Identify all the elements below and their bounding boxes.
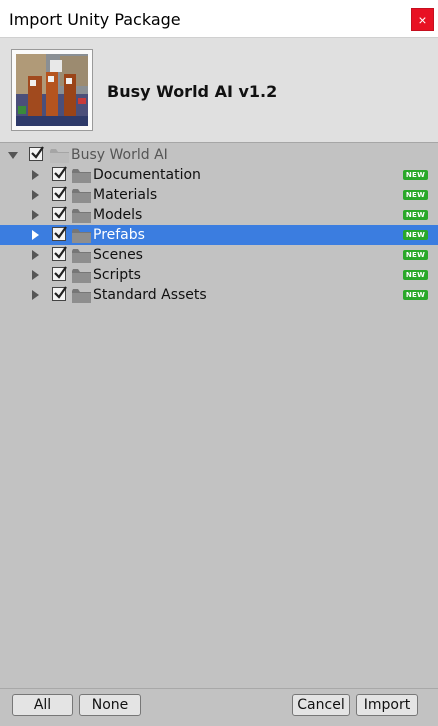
cancel-button[interactable]: Cancel — [292, 694, 350, 716]
item-checkbox[interactable] — [52, 206, 67, 221]
tree-row[interactable]: Standard Assets NEW — [0, 285, 438, 305]
item-checkbox[interactable] — [52, 186, 67, 201]
item-checkbox[interactable] — [52, 266, 67, 281]
expand-arrow-icon[interactable] — [8, 152, 18, 159]
expand-arrow-icon[interactable] — [32, 170, 39, 180]
tree-item-label: Standard Assets — [93, 287, 207, 303]
select-none-button[interactable]: None — [79, 694, 141, 716]
tree-row[interactable]: Scenes NEW — [0, 245, 438, 265]
checkmark-icon — [54, 186, 67, 199]
package-title: Busy World AI v1.2 — [107, 82, 278, 101]
new-badge: NEW — [403, 210, 428, 220]
tree-item-label: Materials — [93, 187, 158, 203]
expand-arrow-icon[interactable] — [32, 270, 39, 280]
tree-row[interactable]: Models NEW — [0, 205, 438, 225]
checkmark-icon — [54, 286, 67, 299]
new-badge: NEW — [403, 290, 428, 300]
tree-row[interactable]: Prefabs NEW — [0, 225, 438, 245]
new-badge: NEW — [403, 170, 428, 180]
expand-arrow-icon[interactable] — [32, 230, 39, 240]
import-button[interactable]: Import — [356, 694, 418, 716]
item-checkbox[interactable] — [52, 246, 67, 261]
expand-arrow-icon[interactable] — [32, 210, 39, 220]
window-title: Import Unity Package — [9, 10, 181, 29]
new-badge: NEW — [403, 190, 428, 200]
new-badge: NEW — [403, 270, 428, 280]
expand-arrow-icon[interactable] — [32, 250, 39, 260]
item-checkbox[interactable] — [52, 226, 67, 241]
folder-icon — [50, 148, 69, 163]
new-badge: NEW — [403, 230, 428, 240]
expand-arrow-icon[interactable] — [32, 290, 39, 300]
checkmark-icon — [31, 146, 44, 159]
package-preview-image — [16, 54, 88, 126]
tree-root-row[interactable]: Busy World AI — [0, 145, 438, 165]
tree-row[interactable]: Scripts NEW — [0, 265, 438, 285]
tree-row[interactable]: Documentation NEW — [0, 165, 438, 185]
select-all-button[interactable]: All — [12, 694, 73, 716]
close-button[interactable]: × — [411, 8, 434, 31]
folder-icon — [72, 228, 91, 243]
tree-item-label: Models — [93, 207, 143, 223]
tree-row[interactable]: Materials NEW — [0, 185, 438, 205]
footer-bar: All None Cancel Import — [0, 688, 438, 726]
folder-icon — [72, 248, 91, 263]
title-bar: Import Unity Package × — [0, 0, 438, 38]
package-thumbnail — [11, 49, 93, 131]
expand-arrow-icon[interactable] — [32, 190, 39, 200]
package-header: Busy World AI v1.2 — [0, 38, 438, 143]
tree-root-label: Busy World AI — [71, 147, 168, 163]
item-checkbox[interactable] — [52, 166, 67, 181]
checkmark-icon — [54, 226, 67, 239]
folder-icon — [72, 288, 91, 303]
tree-item-label: Scripts — [93, 267, 141, 283]
tree-item-label: Documentation — [93, 167, 201, 183]
folder-icon — [72, 188, 91, 203]
folder-icon — [72, 268, 91, 283]
folder-icon — [72, 208, 91, 223]
checkmark-icon — [54, 246, 67, 259]
checkmark-icon — [54, 206, 67, 219]
checkmark-icon — [54, 266, 67, 279]
tree-item-label: Scenes — [93, 247, 143, 263]
item-checkbox[interactable] — [52, 286, 67, 301]
new-badge: NEW — [403, 250, 428, 260]
checkmark-icon — [54, 166, 67, 179]
folder-icon — [72, 168, 91, 183]
tree-item-label: Prefabs — [93, 227, 145, 243]
root-checkbox[interactable] — [29, 146, 44, 161]
